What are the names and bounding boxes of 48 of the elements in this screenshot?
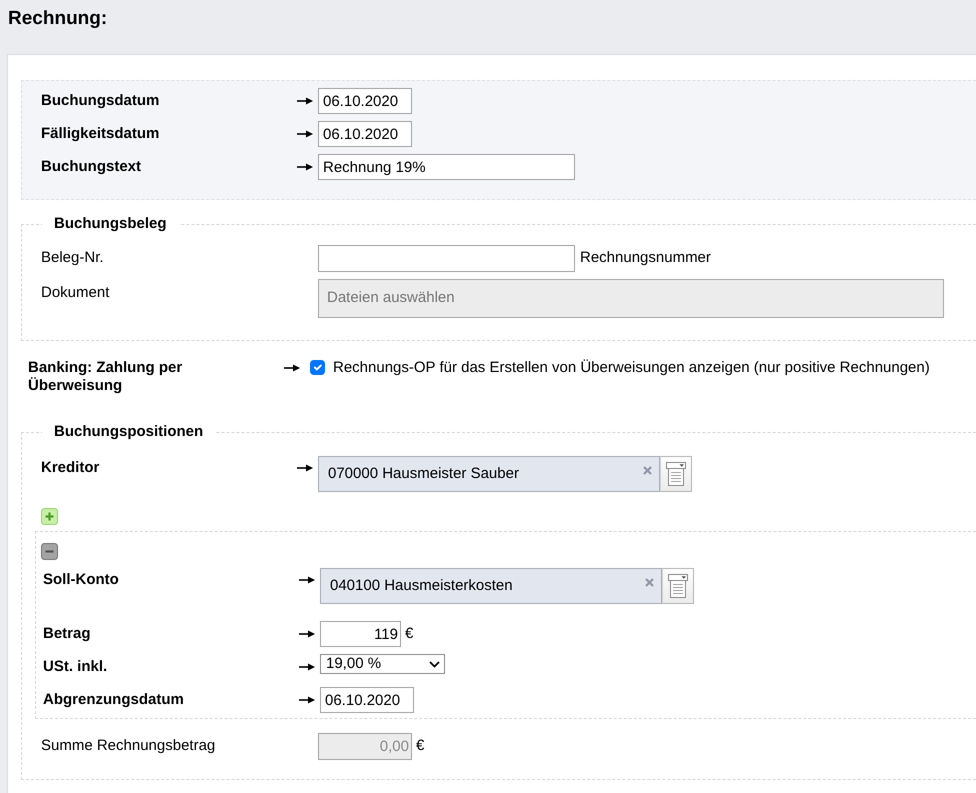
vat-select[interactable]: 19,00 % bbox=[320, 654, 445, 674]
date-field[interactable]: 06.10.2020 bbox=[318, 121, 412, 147]
field-label: Soll-Konto bbox=[43, 570, 120, 589]
clear-icon[interactable] bbox=[643, 466, 652, 475]
page-title: Rechnung: bbox=[8, 8, 108, 30]
currency-label: € bbox=[405, 624, 414, 643]
clear-icon[interactable] bbox=[645, 578, 654, 587]
arrow-icon bbox=[284, 364, 300, 372]
file-picker[interactable]: Dateien auswählen bbox=[318, 279, 944, 318]
field-label: Buchungstext bbox=[41, 157, 142, 176]
date-field[interactable]: 06.10.2020 bbox=[318, 88, 412, 114]
arrow-icon bbox=[299, 630, 315, 638]
field-note: Rechnungsnummer bbox=[580, 248, 711, 267]
list-button[interactable] bbox=[662, 568, 694, 604]
list-button[interactable] bbox=[660, 456, 692, 492]
arrow-icon bbox=[297, 163, 313, 171]
field-label: Summe Rechnungsbetrag bbox=[41, 736, 216, 755]
arrow-icon bbox=[299, 576, 315, 584]
field-label: Abgrenzungsdatum bbox=[43, 690, 185, 709]
section-legend: Buchungsbeleg bbox=[42, 215, 179, 233]
chevron-icon bbox=[429, 660, 440, 668]
field-label: Dokument bbox=[41, 283, 110, 302]
amount-field[interactable]: 119 bbox=[320, 621, 401, 647]
currency-label: € bbox=[416, 736, 424, 755]
field-label: Buchungsdatum bbox=[41, 91, 160, 110]
field-label: Fälligkeitsdatum bbox=[41, 124, 160, 143]
plus-icon[interactable] bbox=[41, 508, 58, 525]
arrow-icon bbox=[297, 97, 313, 105]
list-icon bbox=[668, 574, 688, 598]
account-combobox[interactable]: 040100 Hausmeisterkosten bbox=[320, 568, 662, 604]
arrow-icon bbox=[299, 696, 315, 704]
section-legend: Buchungspositionen bbox=[42, 423, 216, 441]
checkbox[interactable] bbox=[310, 360, 325, 375]
field-label: Beleg-Nr. bbox=[41, 248, 105, 267]
list-icon bbox=[666, 462, 686, 486]
text-field[interactable]: Rechnung 19% bbox=[318, 154, 575, 180]
arrow-icon bbox=[297, 464, 313, 472]
field-label: USt. inkl. bbox=[43, 657, 108, 676]
field-label: Banking: Zahlung per Überweisung bbox=[28, 359, 184, 395]
arrow-icon bbox=[297, 130, 313, 138]
field-label: Betrag bbox=[43, 624, 92, 643]
checkbox-label: Rechnungs-OP für das Erstellen von Überweisungen anzeigen (nur positive Rechnungen) bbox=[333, 359, 930, 377]
arrow-icon bbox=[299, 663, 315, 671]
input-field[interactable] bbox=[318, 245, 575, 272]
date-field[interactable]: 06.10.2020 bbox=[320, 687, 414, 713]
minus-icon[interactable] bbox=[41, 543, 58, 560]
account-combobox[interactable]: 070000 Hausmeister Sauber bbox=[318, 456, 660, 492]
field-label: Kreditor bbox=[41, 458, 100, 477]
